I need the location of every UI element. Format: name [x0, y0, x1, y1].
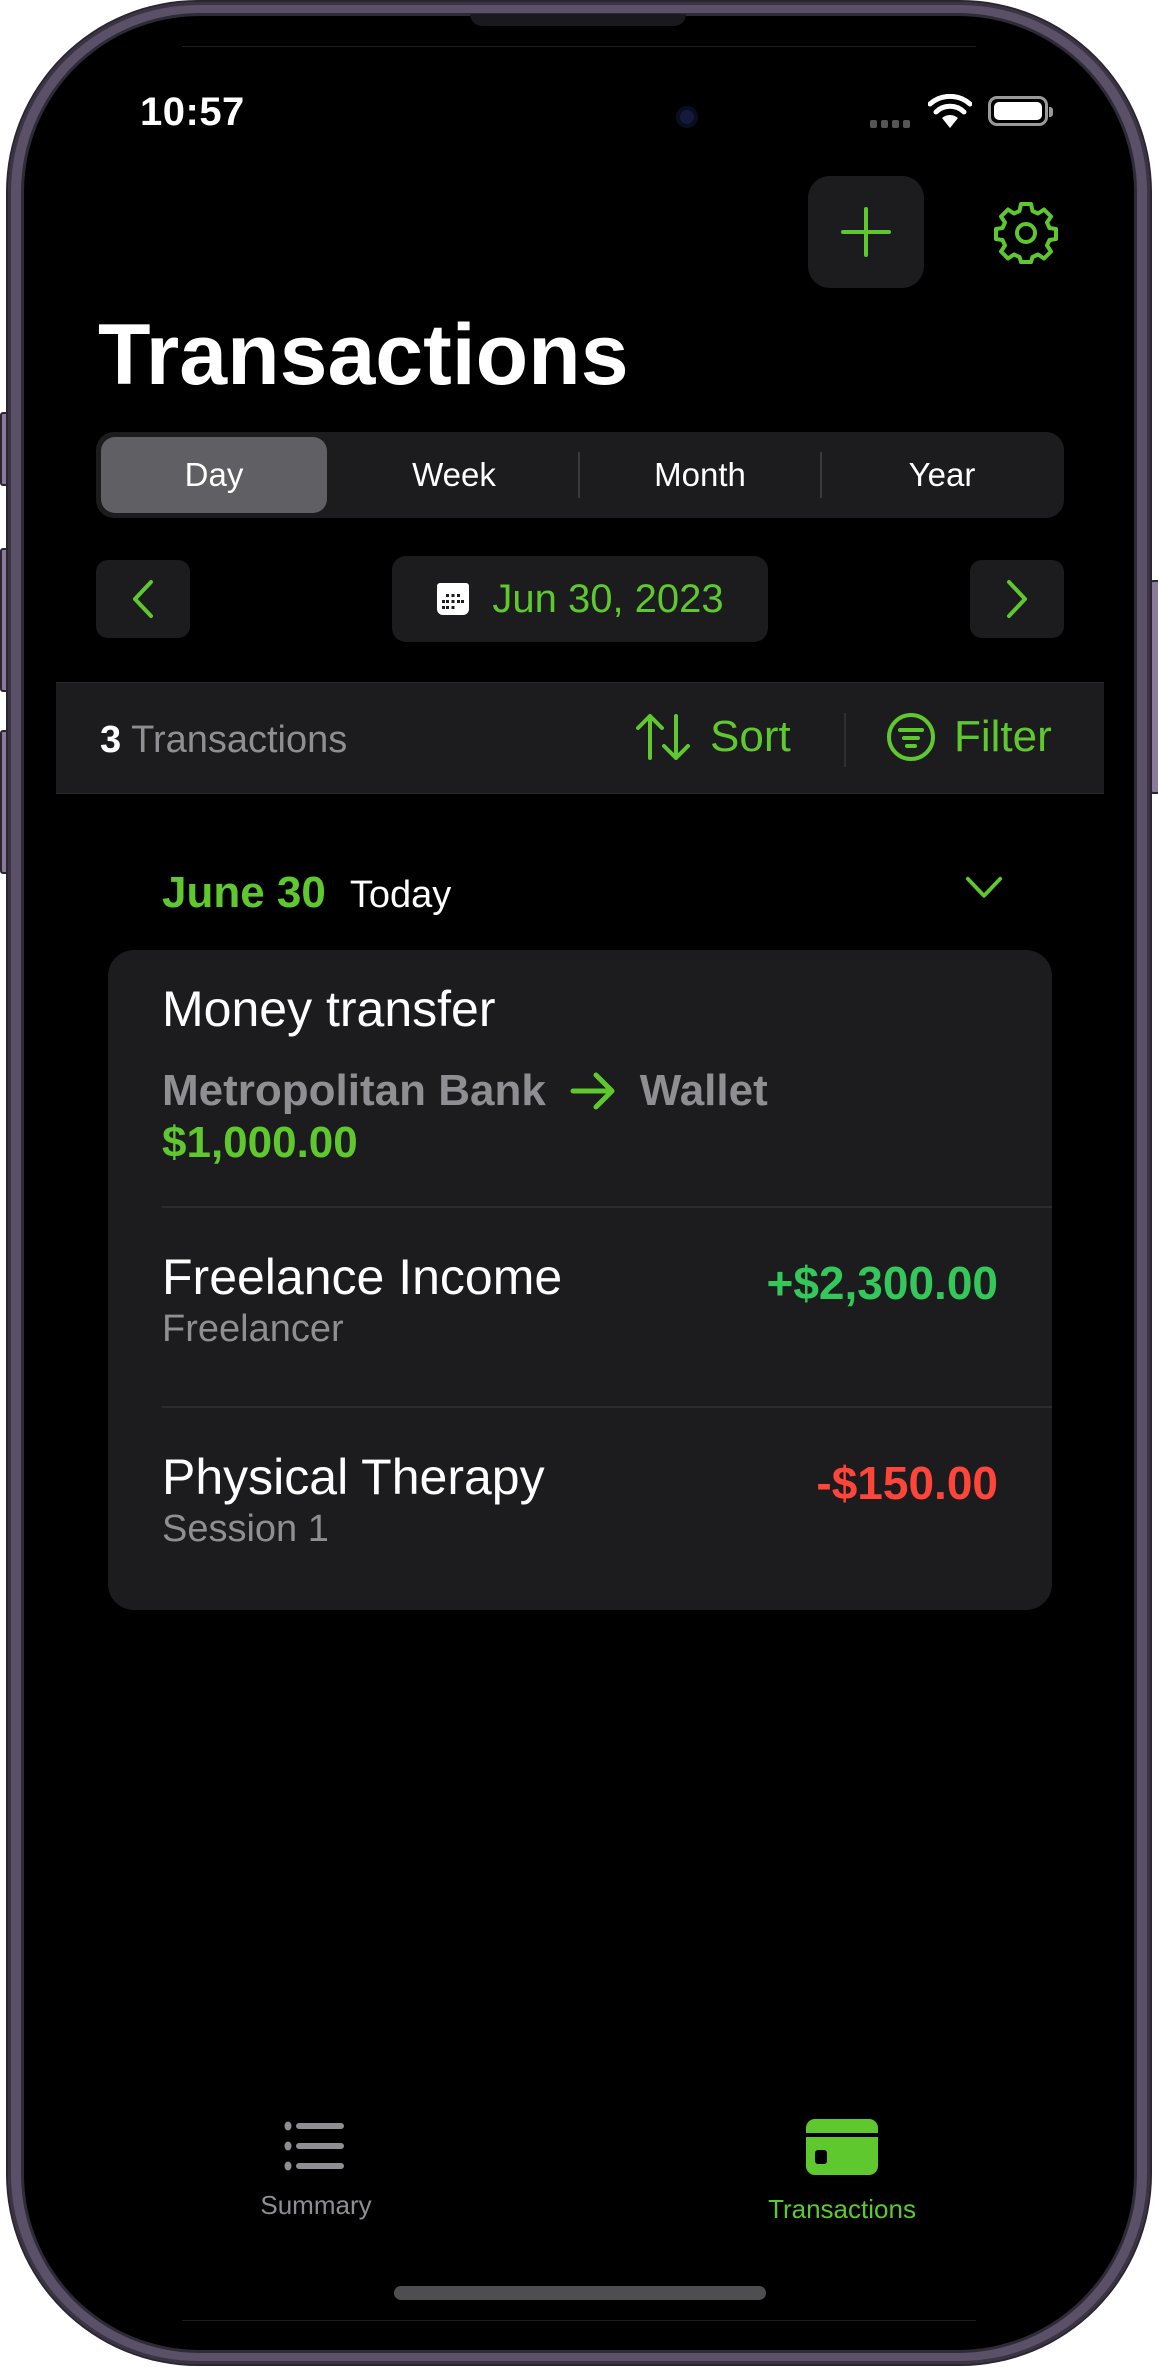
sort-arrows-icon	[636, 714, 690, 760]
next-date-button[interactable]	[970, 560, 1064, 638]
section-header[interactable]: June 30 Today	[162, 868, 451, 918]
transfer-amount: $1,000.00	[162, 1118, 358, 1167]
tab-transactions[interactable]: Transactions	[742, 2118, 942, 2225]
period-segmented-control: Day Week Month Year	[96, 432, 1064, 518]
row-divider	[162, 1206, 1052, 1208]
transaction-row-transfer[interactable]: Money transfer Metropolitan Bank Wallet …	[162, 980, 1052, 1168]
filter-label: Filter	[954, 712, 1052, 761]
sort-button[interactable]: Sort	[634, 707, 791, 767]
chevron-down-icon[interactable]	[962, 872, 1006, 906]
transaction-title: Money transfer	[162, 981, 496, 1037]
segment-month[interactable]: Month	[582, 437, 818, 513]
count-number: 3	[100, 719, 122, 761]
toolbar-divider	[844, 713, 846, 767]
transfer-from: Metropolitan Bank	[162, 1066, 546, 1115]
transaction-row-expense[interactable]: Physical Therapy Session 1 -$150.00	[162, 1448, 1052, 1588]
segment-week[interactable]: Week	[336, 437, 572, 513]
tab-label: Summary	[260, 2190, 372, 2220]
segment-day[interactable]: Day	[101, 437, 327, 513]
filter-button[interactable]: Filter	[886, 707, 1052, 767]
section-date: June 30	[162, 868, 326, 917]
transactions-toolbar: 3 Transactions Sort Filter	[56, 682, 1104, 794]
add-transaction-button[interactable]	[808, 176, 924, 288]
transfer-accounts: Metropolitan Bank Wallet	[162, 1066, 1052, 1116]
count-label: Transactions	[131, 719, 348, 761]
transactions-card: Money transfer Metropolitan Bank Wallet …	[108, 950, 1052, 1610]
safe-area-line	[182, 2320, 976, 2321]
selected-date: Jun 30, 2023	[492, 576, 724, 621]
tab-label: Transactions	[768, 2194, 916, 2224]
segment-label: Month	[654, 456, 746, 493]
previous-date-button[interactable]	[96, 560, 190, 638]
status-time: 10:57	[140, 90, 245, 134]
credit-card-icon	[806, 2119, 878, 2175]
transaction-subtitle: Session 1	[162, 1508, 329, 1550]
plus-icon	[841, 207, 891, 257]
transaction-row-income[interactable]: Freelance Income Freelancer +$2,300.00	[162, 1248, 1052, 1388]
chevron-left-icon	[133, 580, 153, 618]
calendar-icon	[437, 583, 470, 615]
segment-label: Year	[908, 456, 976, 493]
transfer-to: Wallet	[639, 1066, 768, 1115]
segment-divider	[820, 452, 822, 498]
row-divider	[162, 1406, 1052, 1408]
chevron-right-icon	[1007, 580, 1027, 618]
segment-label: Day	[184, 456, 244, 493]
filter-icon	[887, 713, 935, 761]
segment-label: Week	[412, 456, 496, 493]
date-picker-button[interactable]: Jun 30, 2023	[392, 556, 768, 642]
transaction-count: 3 Transactions	[100, 719, 347, 762]
sort-label: Sort	[710, 712, 791, 761]
speaker-notch	[470, 14, 686, 26]
settings-button[interactable]	[990, 196, 1062, 268]
transaction-amount: -$150.00	[816, 1457, 998, 1509]
app-screen: 10:57 Transactions Day Week Month Year J…	[0, 0, 1158, 2367]
arrow-right-icon	[570, 1072, 615, 1110]
segment-year[interactable]: Year	[824, 437, 1060, 513]
tab-summary[interactable]: Summary	[236, 2120, 396, 2221]
gear-icon	[994, 202, 1058, 264]
transaction-amount: +$2,300.00	[766, 1257, 998, 1309]
safe-area-line	[182, 46, 976, 47]
list-icon	[284, 2121, 344, 2171]
transaction-subtitle: Freelancer	[162, 1308, 344, 1350]
home-indicator[interactable]	[394, 2286, 766, 2300]
signal-dots-icon	[870, 120, 910, 128]
page-title: Transactions	[98, 307, 629, 403]
front-camera	[676, 106, 698, 128]
wifi-icon	[928, 94, 972, 128]
section-relative-date: Today	[349, 874, 452, 916]
segment-divider	[578, 452, 580, 498]
battery-icon	[988, 96, 1053, 126]
